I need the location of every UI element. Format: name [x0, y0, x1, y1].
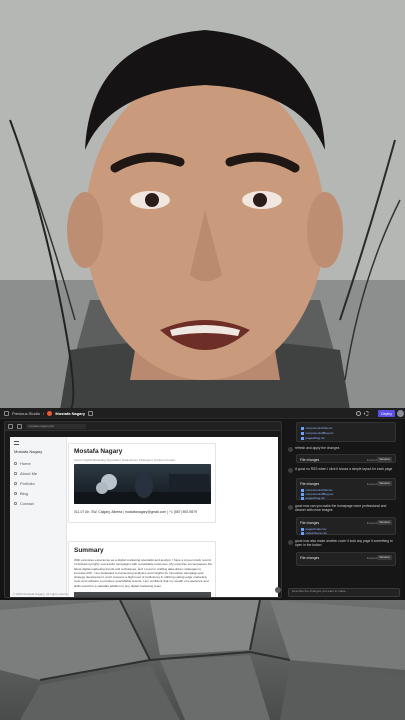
- briefcase-icon: [14, 482, 17, 485]
- screen-recording: Previous Studio › Mostafa Nagary Deploy …: [0, 408, 405, 600]
- changed-file[interactable]: pages/blog.tsx: [301, 436, 325, 440]
- changed-file[interactable]: pages/blog.tsx: [301, 496, 325, 500]
- restore-button[interactable]: Restore: [377, 457, 392, 462]
- nav-blog[interactable]: Blog: [14, 491, 28, 496]
- user-avatar-icon: [288, 540, 293, 545]
- nav-label: Contact: [20, 501, 34, 506]
- nav-contact[interactable]: Contact: [14, 501, 34, 506]
- video-frame: Previous Studio › Mostafa Nagary Deploy …: [0, 0, 405, 720]
- project-avatar-icon: [47, 410, 53, 416]
- card-expand[interactable]: Expand: [367, 521, 377, 525]
- file-icon: [301, 496, 304, 500]
- settings-icon[interactable]: [364, 411, 369, 416]
- user-avatar-icon: [288, 447, 293, 452]
- file-changes-card: File changes Expand Restore pages/index.…: [296, 517, 396, 535]
- chat-panel: components/Nav.tsx components/Blog.tsx p…: [285, 420, 403, 600]
- chat-message: refresh and apply the changes: [288, 446, 396, 452]
- file-changes-card: components/Nav.tsx components/Blog.tsx p…: [296, 422, 396, 442]
- presenter-video: [0, 0, 405, 410]
- hero-card: Mostafa Nagary Senior Digital Marketing …: [68, 443, 216, 523]
- card-title: File changes: [300, 556, 320, 560]
- project-name[interactable]: Mostafa Nagary: [55, 411, 85, 416]
- armor-plates-illustration: [0, 600, 405, 720]
- card-expand[interactable]: Expand: [367, 482, 377, 486]
- preview-toolbar: mostafa-nagary.site: [5, 422, 281, 431]
- preview-panel: mostafa-nagary.site Mostafa Nagary Home …: [4, 421, 282, 598]
- nav-label: Blog: [20, 491, 29, 496]
- user-avatar-icon: [288, 468, 293, 473]
- nav-home[interactable]: Home: [14, 461, 31, 466]
- share-icon[interactable]: [356, 411, 361, 416]
- summary-title: Summary: [74, 547, 104, 554]
- changed-file[interactable]: styles/home.css: [301, 531, 327, 535]
- summary-card: Summary With extensive experience as a d…: [68, 541, 216, 597]
- nav-label: Portfolio: [20, 481, 35, 486]
- hero-image: [74, 464, 211, 504]
- armor-background: [0, 600, 405, 720]
- summary-body: With extensive experience as a digital m…: [74, 558, 213, 588]
- hero-role: Senior Digital Marketing Specialist | Da…: [74, 458, 176, 462]
- mail-icon: [14, 502, 17, 505]
- card-title: File changes: [300, 458, 320, 462]
- home-icon: [14, 462, 17, 465]
- nav-about[interactable]: About Me: [14, 471, 37, 476]
- nav-portfolio[interactable]: Portfolio: [14, 481, 35, 486]
- card-expand[interactable]: Expand: [367, 556, 377, 560]
- chat-message: good now also make another cover it look…: [288, 539, 396, 548]
- summary-image: [74, 592, 211, 597]
- changed-file[interactable]: components/Blog.tsx: [301, 431, 333, 435]
- deploy-button[interactable]: Deploy: [378, 410, 395, 417]
- restore-button[interactable]: Restore: [377, 481, 392, 486]
- restore-button[interactable]: Restore: [377, 555, 392, 560]
- send-icon[interactable]: [275, 587, 281, 593]
- blog-icon: [14, 492, 17, 495]
- card-title: File changes: [300, 521, 320, 525]
- file-changes-card: File changes Expand Restore: [296, 552, 396, 566]
- nav-label: About Me: [20, 471, 38, 476]
- chat-message: good now can you make the homepage more …: [288, 504, 396, 513]
- back-icon[interactable]: [8, 423, 13, 429]
- hero-name: Mostafa Nagary: [74, 448, 123, 455]
- card-expand[interactable]: Expand: [367, 458, 377, 462]
- changed-file[interactable]: components/Nav.tsx: [301, 426, 332, 430]
- site-footer: © 2024 Mostafa Nagary. All rights reserv…: [13, 592, 71, 596]
- restore-button[interactable]: Restore: [377, 520, 392, 525]
- file-icon: [301, 531, 304, 535]
- app-left-label[interactable]: Previous Studio: [12, 411, 40, 416]
- hero-contact: 011-07 Ah. SW, Calgary, Alberta | mostaf…: [74, 510, 197, 514]
- project-menu-icon[interactable]: [88, 410, 94, 416]
- menu-toggle-icon[interactable]: [14, 441, 19, 445]
- chat-input[interactable]: Describe the changes you want to make...: [288, 588, 400, 597]
- nav-label: Home: [20, 461, 31, 466]
- file-icon: [301, 436, 304, 440]
- card-title: File changes: [300, 482, 320, 486]
- presenter-face-illustration: [0, 0, 405, 410]
- refresh-icon[interactable]: [17, 423, 22, 429]
- site-sidebar: Mostafa Nagary Home About Me Portfolio B…: [10, 437, 71, 597]
- chat-message: A good no RSS when I click it shows a si…: [288, 467, 396, 473]
- user-avatar[interactable]: [397, 410, 404, 417]
- user-avatar-icon: [288, 505, 293, 510]
- file-icon: [301, 426, 304, 430]
- site-brand: Mostafa Nagary: [14, 449, 43, 454]
- user-icon: [14, 472, 17, 475]
- file-icon: [301, 431, 304, 435]
- website-preview: Mostafa Nagary Home About Me Portfolio B…: [10, 437, 278, 597]
- app-logo-icon: [4, 410, 9, 416]
- app-toolbar: Previous Studio › Mostafa Nagary: [0, 408, 405, 419]
- file-changes-card: File changes Expand Restore components/N…: [296, 478, 396, 500]
- preview-url-field[interactable]: mostafa-nagary.site: [26, 423, 86, 429]
- separator: ›: [43, 410, 45, 416]
- file-changes-card: File changes Expand Restore: [296, 454, 396, 463]
